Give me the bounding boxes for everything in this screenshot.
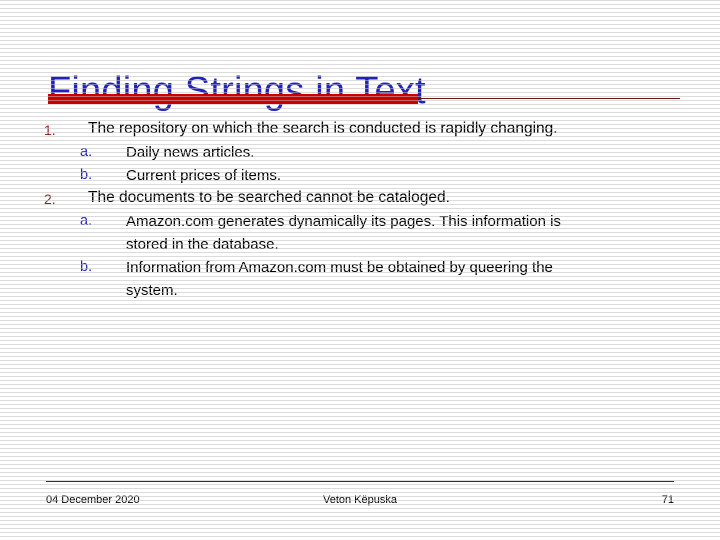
list-item-text: Current prices of items. xyxy=(126,167,282,184)
title-underline xyxy=(48,94,680,104)
list-item-marker: b. xyxy=(80,259,93,275)
page-title: Finding Strings in Text xyxy=(48,70,426,113)
list-item: 2. The documents to be searched cannot b… xyxy=(44,187,684,210)
list-item-text: The documents to be searched cannot be c… xyxy=(88,189,450,206)
list-item: a. Amazon.com generates dynamically its … xyxy=(80,210,684,256)
list-item-marker: a. xyxy=(80,213,93,229)
list-item-text: Daily news articles. xyxy=(126,144,255,161)
list-item: b. Current prices of items. xyxy=(80,164,684,187)
slide-canvas: Finding Strings in Text 1. The repositor… xyxy=(0,0,720,540)
content-list: 1. The repository on which the search is… xyxy=(44,118,684,302)
footer-page-number: 71 xyxy=(661,494,674,506)
list-item-text: Information from Amazon.com must be obta… xyxy=(126,259,553,299)
list-item-text: Amazon.com generates dynamically its pag… xyxy=(126,213,561,253)
footer: 04 December 2020 Veton Këpuska 71 xyxy=(46,494,674,510)
list-item-marker: 1. xyxy=(44,122,56,138)
list-item-marker: a. xyxy=(80,144,93,160)
title-rule-accent-bar xyxy=(48,94,418,104)
list-item: a. Daily news articles. xyxy=(80,141,684,164)
list-item-marker: b. xyxy=(80,167,93,183)
list-item-marker: 2. xyxy=(44,191,56,207)
list-item-text: The repository on which the search is co… xyxy=(88,120,558,137)
footer-divider xyxy=(46,481,674,482)
list-item: 1. The repository on which the search is… xyxy=(44,118,684,141)
list-item: b. Information from Amazon.com must be o… xyxy=(80,256,684,302)
footer-author: Veton Këpuska xyxy=(322,494,397,506)
